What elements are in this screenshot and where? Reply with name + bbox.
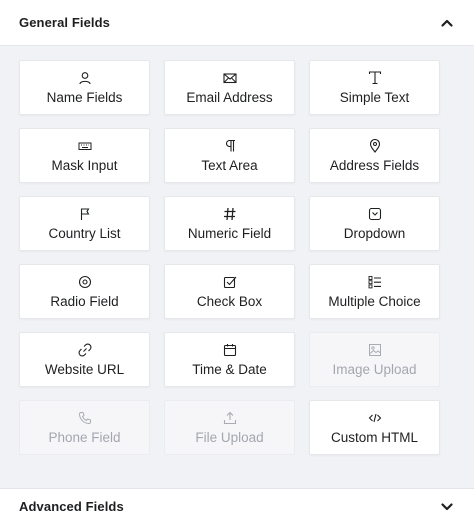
field-label: Text Area [201, 157, 258, 173]
field-numeric-field[interactable]: Numeric Field [164, 196, 295, 251]
field-label: Mask Input [51, 157, 118, 173]
field-check-box[interactable]: Check Box [164, 264, 295, 319]
checkbox-icon [223, 275, 237, 289]
link-icon [78, 343, 92, 357]
phone-icon [78, 411, 92, 425]
field-website-url[interactable]: Website URL [19, 332, 150, 387]
field-email-address[interactable]: Email Address [164, 60, 295, 115]
field-label: File Upload [195, 429, 264, 445]
code-icon [368, 411, 382, 425]
advanced-fields-title: Advanced Fields [19, 499, 124, 514]
field-mask-input[interactable]: Mask Input [19, 128, 150, 183]
field-text-area[interactable]: Text Area [164, 128, 295, 183]
field-phone-field: Phone Field [19, 400, 150, 455]
image-icon [368, 343, 382, 357]
field-file-upload: File Upload [164, 400, 295, 455]
advanced-fields-header[interactable]: Advanced Fields [0, 488, 474, 526]
calendar-icon [223, 343, 237, 357]
field-dropdown[interactable]: Dropdown [309, 196, 440, 251]
field-label: Radio Field [50, 293, 119, 309]
hash-icon [223, 207, 237, 221]
field-label: Multiple Choice [328, 293, 421, 309]
general-fields-grid: Name Fields Email Address Simple Text Mask … [19, 60, 440, 455]
field-image-upload: Image Upload [309, 332, 440, 387]
field-label: Phone Field [48, 429, 121, 445]
field-address-fields[interactable]: Address Fields [309, 128, 440, 183]
list-icon [368, 275, 382, 289]
field-radio-field[interactable]: Radio Field [19, 264, 150, 319]
chevron-up-icon[interactable] [440, 16, 454, 30]
field-label: Time & Date [192, 361, 267, 377]
flag-icon [78, 207, 92, 221]
field-label: Address Fields [329, 157, 420, 173]
field-time-and-date[interactable]: Time & Date [164, 332, 295, 387]
general-fields-title: General Fields [19, 15, 110, 30]
upload-icon [223, 411, 237, 425]
field-label: Numeric Field [187, 225, 272, 241]
text-cursor-icon [368, 70, 382, 85]
field-name-fields[interactable]: Name Fields [19, 60, 150, 115]
field-custom-html[interactable]: Custom HTML [309, 400, 440, 455]
map-pin-icon [368, 138, 382, 153]
chevron-down-icon[interactable] [440, 500, 454, 514]
field-label: Custom HTML [330, 429, 418, 445]
field-label: Image Upload [332, 361, 417, 377]
field-multiple-choice[interactable]: Multiple Choice [309, 264, 440, 319]
field-label: Country List [48, 225, 121, 241]
user-icon [78, 71, 92, 85]
field-label: Dropdown [343, 225, 406, 241]
radio-icon [78, 275, 92, 289]
field-label: Simple Text [339, 89, 410, 105]
envelope-icon [222, 71, 237, 85]
keyboard-icon [78, 139, 92, 153]
paragraph-icon [223, 139, 237, 153]
field-label: Name Fields [46, 89, 123, 105]
field-label: Check Box [196, 293, 263, 309]
field-label: Email Address [186, 89, 273, 105]
field-label: Website URL [44, 361, 125, 377]
field-country-list[interactable]: Country List [19, 196, 150, 251]
dropdown-icon [368, 207, 382, 221]
general-fields-header[interactable]: General Fields [0, 0, 474, 46]
field-simple-text[interactable]: Simple Text [309, 60, 440, 115]
